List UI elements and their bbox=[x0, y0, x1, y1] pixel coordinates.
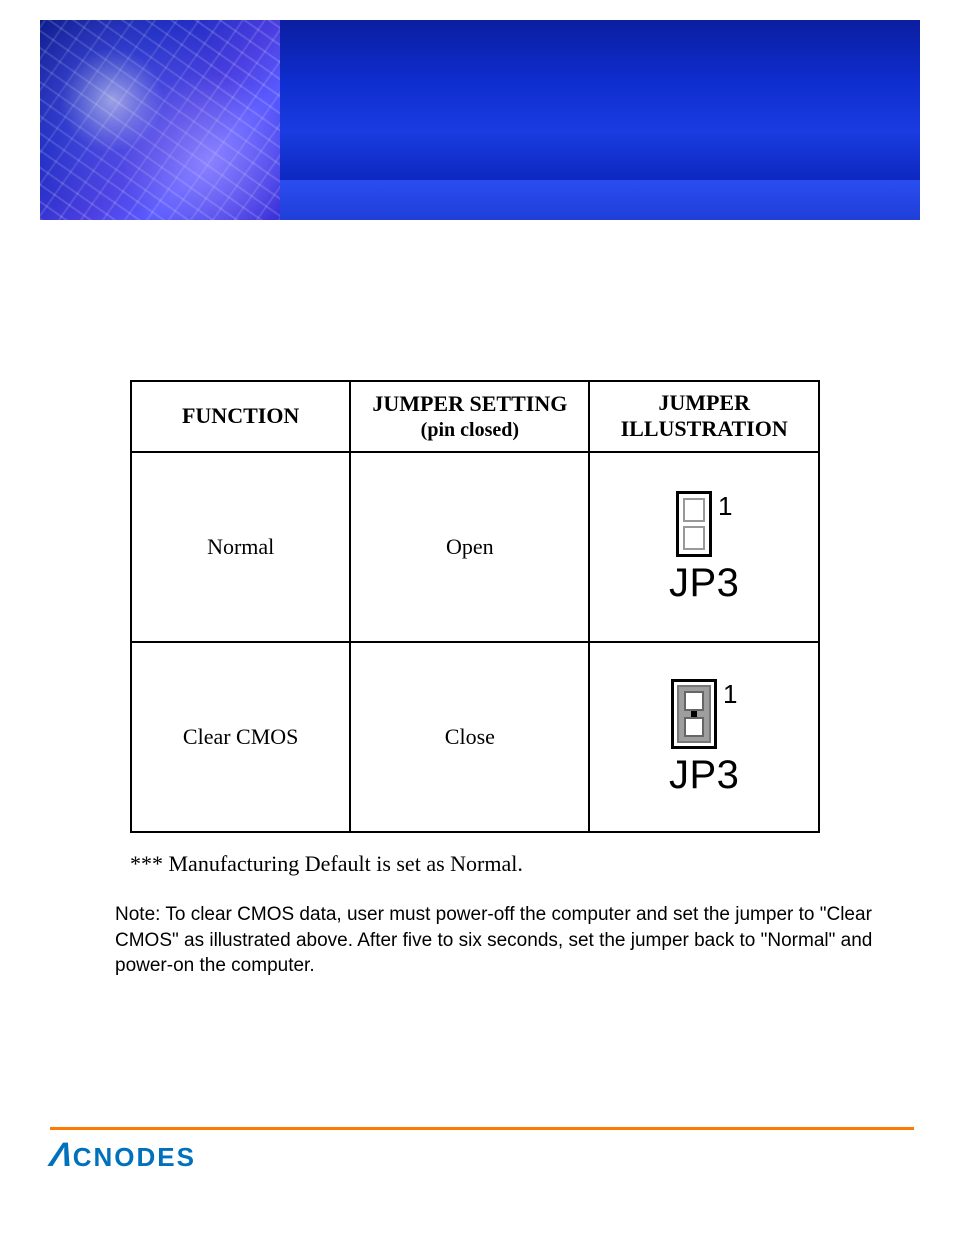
pin-number-label: 1 bbox=[723, 681, 737, 707]
jumper-pin bbox=[683, 526, 705, 550]
col-header-setting: JUMPER SETTING (pin closed) bbox=[350, 381, 589, 452]
pin-number-label: 1 bbox=[718, 493, 732, 519]
jumper-pin bbox=[683, 498, 705, 522]
jumper-label: JP3 bbox=[669, 755, 739, 795]
jumper-pin bbox=[684, 691, 704, 711]
col-header-illustration: JUMPER ILLUSTRATION bbox=[589, 381, 819, 452]
jumper-pin bbox=[684, 717, 704, 737]
cell-function: Clear CMOS bbox=[131, 642, 350, 832]
cell-setting: Open bbox=[350, 452, 589, 642]
cell-illustration: 1 JP3 bbox=[589, 452, 819, 642]
jumper-label: JP3 bbox=[669, 563, 739, 603]
jumper-table: FUNCTION JUMPER SETTING (pin closed) JUM… bbox=[130, 380, 820, 833]
jumper-pins bbox=[676, 491, 712, 557]
jumper-cap bbox=[677, 685, 711, 743]
jumper-close-icon: 1 JP3 bbox=[669, 679, 739, 795]
table-row: Normal Open 1 JP3 bbox=[131, 452, 819, 642]
footer-divider bbox=[50, 1127, 914, 1130]
col-header-function: FUNCTION bbox=[131, 381, 350, 452]
cell-function: Normal bbox=[131, 452, 350, 642]
manufacturing-default-note: *** Manufacturing Default is set as Norm… bbox=[130, 851, 523, 877]
cell-setting: Close bbox=[350, 642, 589, 832]
header-photo bbox=[40, 20, 280, 220]
cell-illustration: 1 JP3 bbox=[589, 642, 819, 832]
jumper-open-icon: 1 JP3 bbox=[669, 491, 739, 603]
header-ribbon bbox=[280, 180, 920, 220]
brand-logo-mark-icon: Λ bbox=[48, 1136, 74, 1175]
header-banner bbox=[40, 20, 920, 220]
col-header-setting-sub: (pin closed) bbox=[357, 418, 582, 442]
header-bar bbox=[280, 20, 920, 180]
table-row: Clear CMOS Close 1 JP3 bbox=[131, 642, 819, 832]
procedure-note: Note: To clear CMOS data, user must powe… bbox=[115, 902, 875, 979]
brand-logo: Λ CNODES bbox=[50, 1136, 196, 1175]
col-header-setting-main: JUMPER SETTING bbox=[372, 391, 567, 416]
brand-logo-text: CNODES bbox=[73, 1142, 196, 1173]
jumper-pins bbox=[671, 679, 717, 749]
